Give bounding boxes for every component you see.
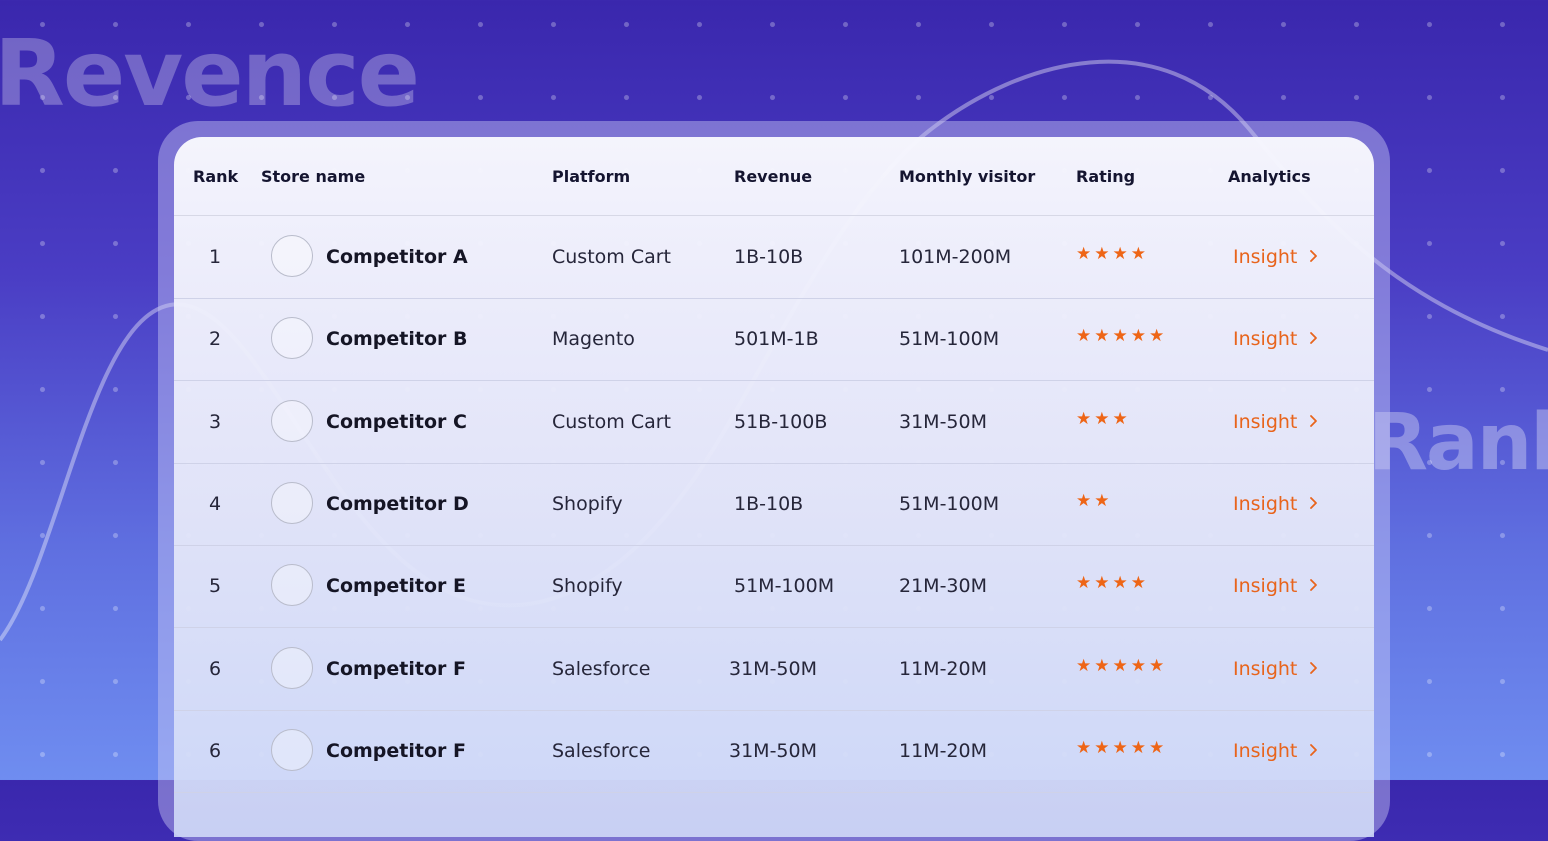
platform-cell: Custom Cart xyxy=(552,410,672,433)
store-name-cell: Competitor F xyxy=(326,657,466,680)
monthly-visitor-cell: 101M-200M xyxy=(899,246,1012,268)
competitor-ranking-table: Rank Store name Platform Revenue Monthly… xyxy=(174,137,1374,837)
rank-cell: 3 xyxy=(209,410,222,433)
header-revenue: Revenue xyxy=(734,166,813,186)
revenue-cell: 1B-10B xyxy=(734,246,804,268)
table-row: 3 Competitor C Custom Cart 51B-100B 31M-50M ★… xyxy=(174,381,1374,464)
revenue-cell: 1B-10B xyxy=(734,492,804,515)
platform-cell: Salesforce xyxy=(552,739,651,762)
platform-cell: Shopify xyxy=(552,492,623,515)
insight-link-label: Insight xyxy=(1233,328,1298,351)
star-rating: ★★ xyxy=(1076,490,1113,511)
table-row: 1 Competitor A Custom Cart 1B-10B 101M-200M ★… xyxy=(174,216,1374,299)
star-rating: ★★★★ xyxy=(1076,244,1149,264)
chevron-right-icon xyxy=(1309,493,1319,515)
table-row: 6 Competitor F Salesforce 31M-50M 11M-20M ★★★… xyxy=(174,628,1374,711)
store-name-cell: Competitor D xyxy=(326,492,469,515)
header-store-name: Store name xyxy=(261,166,366,186)
store-avatar xyxy=(271,646,313,689)
header-rank: Rank xyxy=(193,166,239,186)
insight-link-label: Insight xyxy=(1233,739,1298,762)
revenue-cell: 31M-50M xyxy=(729,657,817,680)
insight-link[interactable]: Insight xyxy=(1233,545,1319,627)
store-avatar xyxy=(271,235,313,277)
insight-link[interactable]: Insight xyxy=(1233,381,1319,463)
store-name-cell: Competitor E xyxy=(326,575,466,598)
insight-link[interactable]: Insight xyxy=(1233,463,1319,545)
insight-link[interactable]: Insight xyxy=(1233,710,1319,792)
store-name-cell: Competitor F xyxy=(326,739,466,762)
insight-link-label: Insight xyxy=(1233,410,1298,433)
rank-cell: 2 xyxy=(209,328,222,351)
table-header-row: Rank Store name Platform Revenue Monthly… xyxy=(174,137,1374,216)
background-word-revenue: Revence xyxy=(0,20,420,127)
chevron-right-icon xyxy=(1309,740,1319,762)
insight-link[interactable]: Insight xyxy=(1233,628,1319,710)
header-rating: Rating xyxy=(1076,166,1136,186)
header-platform: Platform xyxy=(552,166,631,186)
store-avatar xyxy=(271,564,313,607)
store-name-cell: Competitor C xyxy=(326,410,467,433)
monthly-visitor-cell: 31M-50M xyxy=(899,410,987,433)
monthly-visitor-cell: 21M-30M xyxy=(899,575,987,598)
monthly-visitor-cell: 11M-20M xyxy=(899,739,987,762)
platform-cell: Custom Cart xyxy=(552,246,672,268)
monthly-visitor-cell: 11M-20M xyxy=(899,657,987,680)
star-rating: ★★★★★ xyxy=(1076,737,1168,758)
rank-cell: 5 xyxy=(209,575,222,598)
insight-link-label: Insight xyxy=(1233,492,1298,515)
header-monthly-visitor: Monthly visitor xyxy=(899,166,1036,186)
store-name-cell: Competitor A xyxy=(326,246,468,268)
store-avatar xyxy=(271,728,313,771)
chevron-right-icon xyxy=(1309,411,1319,433)
star-rating: ★★★ xyxy=(1076,408,1131,429)
chevron-right-icon xyxy=(1309,658,1319,680)
insight-link-label: Insight xyxy=(1233,246,1298,268)
star-rating: ★★★★★ xyxy=(1076,655,1168,676)
platform-cell: Magento xyxy=(552,328,635,351)
chevron-right-icon xyxy=(1309,246,1319,268)
monthly-visitor-cell: 51M-100M xyxy=(899,492,1000,515)
platform-cell: Salesforce xyxy=(552,657,651,680)
table-row: 5 Competitor E Shopify 51M-100M 21M-30M ★★★★ I… xyxy=(174,545,1374,629)
chevron-right-icon xyxy=(1309,328,1319,350)
rank-cell: 6 xyxy=(209,739,222,762)
rank-cell: 4 xyxy=(209,492,222,515)
rank-cell: 6 xyxy=(209,657,222,680)
store-avatar xyxy=(271,399,313,442)
background-word-rank: Rank xyxy=(1368,398,1548,488)
revenue-cell: 51B-100B xyxy=(734,410,828,433)
store-avatar xyxy=(271,317,313,360)
insight-link[interactable]: Insight xyxy=(1233,298,1319,380)
table-row: 6 Competitor F Salesforce 31M-50M 11M-20M ★★★… xyxy=(174,710,1374,793)
insight-link-label: Insight xyxy=(1233,575,1298,598)
revenue-cell: 501M-1B xyxy=(734,328,819,351)
revenue-cell: 31M-50M xyxy=(729,739,817,762)
platform-cell: Shopify xyxy=(552,575,623,598)
header-analytics: Analytics xyxy=(1228,166,1311,186)
chevron-right-icon xyxy=(1309,575,1319,597)
revenue-cell: 51M-100M xyxy=(734,575,835,598)
table-row: 2 Competitor B Magento 501M-1B 51M-100M ★★★★★… xyxy=(174,298,1374,382)
store-name-cell: Competitor B xyxy=(326,328,468,351)
rank-cell: 1 xyxy=(209,246,222,268)
insight-link[interactable]: Insight xyxy=(1233,216,1319,298)
store-avatar xyxy=(271,481,313,524)
table-row: 4 Competitor D Shopify 1B-10B 51M-100M ★★ Insi… xyxy=(174,463,1374,546)
monthly-visitor-cell: 51M-100M xyxy=(899,328,1000,351)
insight-link-label: Insight xyxy=(1233,657,1298,680)
star-rating: ★★★★ xyxy=(1076,573,1149,594)
star-rating: ★★★★★ xyxy=(1076,326,1168,347)
